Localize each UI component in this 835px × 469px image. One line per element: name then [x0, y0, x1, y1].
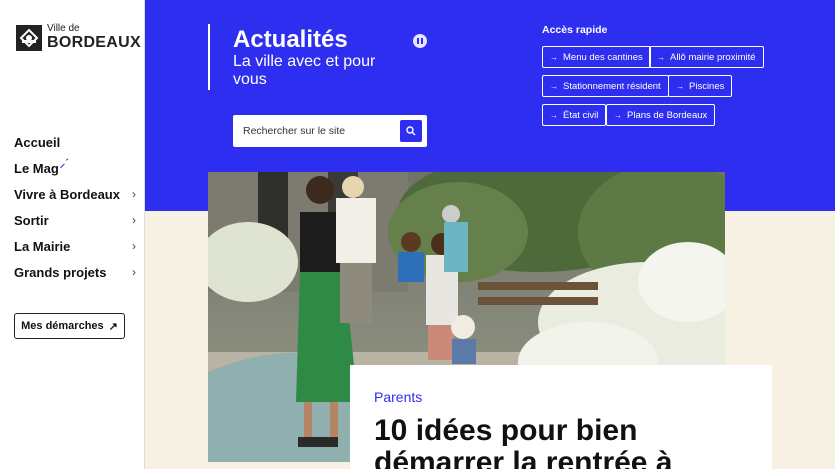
- nav-item-label: Sortir: [14, 212, 49, 228]
- page-title: Actualités: [233, 26, 348, 53]
- nav-item-label: Accueil: [14, 134, 61, 150]
- chevron-right-icon: ›: [132, 239, 136, 253]
- quick-link-piscines[interactable]: → Piscines: [668, 75, 733, 97]
- bordeaux-crest-icon: [16, 24, 42, 51]
- nav-item-sortir[interactable]: Sortir ›: [14, 207, 136, 233]
- site-search: [233, 115, 427, 147]
- arrow-right-icon: →: [550, 110, 558, 120]
- quick-link-label: Menu des cantines: [563, 51, 643, 63]
- arrow-up-right-icon: ↗: [108, 320, 118, 333]
- featured-article-card[interactable]: Parents 10 idées pour bien démarrer la r…: [350, 365, 772, 469]
- nav-item-grands-projets[interactable]: Grands projets ›: [14, 259, 136, 285]
- sidebar: Ville de BORDEAUX Accueil Le Mag ⸝´ Vivr…: [0, 0, 145, 469]
- arrow-right-icon: →: [676, 81, 684, 91]
- nav-item-vivre-a-bordeaux[interactable]: Vivre à Bordeaux ›: [14, 181, 136, 207]
- search-icon: [406, 126, 416, 136]
- quick-link-label: Plans de Bordeaux: [627, 109, 708, 121]
- nav-item-label: Grands projets: [14, 264, 107, 280]
- quick-link-label: Allô mairie proximité: [670, 51, 756, 63]
- quick-link-label: État civil: [563, 109, 599, 121]
- quick-link-allo-mairie[interactable]: → Allô mairie proximité: [649, 46, 764, 68]
- mes-demarches-label: Mes démarches: [21, 320, 104, 332]
- search-button[interactable]: [400, 120, 422, 142]
- title-divider: [208, 24, 210, 90]
- arrow-right-icon: →: [550, 52, 558, 62]
- pause-icon: [417, 38, 419, 44]
- nav-item-la-mairie[interactable]: La Mairie ›: [14, 233, 136, 259]
- chevron-right-icon: ›: [132, 265, 136, 279]
- article-title[interactable]: 10 idées pour bien démarrer la rentrée à: [374, 415, 764, 469]
- arrow-right-icon: →: [614, 110, 622, 120]
- quick-link-menu-cantines[interactable]: → Menu des cantines: [542, 46, 651, 68]
- mes-demarches-button[interactable]: Mes démarches ↗: [14, 313, 125, 339]
- pause-animation-button[interactable]: [413, 34, 427, 48]
- search-input[interactable]: [243, 125, 393, 137]
- main-nav: Accueil Le Mag ⸝´ Vivre à Bordeaux › Sor…: [14, 129, 136, 285]
- quick-access-title: Accès rapide: [542, 24, 608, 36]
- quick-link-label: Stationnement résident: [563, 80, 661, 92]
- nav-item-label: Le Mag: [14, 160, 59, 176]
- nav-item-label: La Mairie: [14, 238, 71, 254]
- sparkle-icon: ⸝´: [59, 157, 69, 170]
- nav-item-label: Vivre à Bordeaux: [14, 186, 120, 202]
- chevron-right-icon: ›: [132, 213, 136, 227]
- quick-link-etat-civil[interactable]: → État civil: [542, 104, 607, 126]
- logo-big-text: BORDEAUX: [47, 34, 141, 51]
- logo-small-text: Ville de: [47, 23, 80, 34]
- nav-item-le-mag[interactable]: Le Mag ⸝´: [14, 155, 136, 181]
- page-subtitle: La ville avec et pour vous: [233, 53, 376, 88]
- site-logo[interactable]: Ville de BORDEAUX: [16, 24, 141, 51]
- quick-link-plans-bordeaux[interactable]: → Plans de Bordeaux: [606, 104, 716, 126]
- arrow-right-icon: →: [550, 81, 558, 91]
- quick-link-stationnement[interactable]: → Stationnement résident: [542, 75, 669, 97]
- article-category: Parents: [374, 389, 423, 405]
- pause-icon-bar: [421, 38, 423, 44]
- nav-item-accueil[interactable]: Accueil: [14, 129, 136, 155]
- quick-link-label: Piscines: [689, 80, 725, 92]
- arrow-right-icon: →: [657, 52, 665, 62]
- chevron-right-icon: ›: [132, 187, 136, 201]
